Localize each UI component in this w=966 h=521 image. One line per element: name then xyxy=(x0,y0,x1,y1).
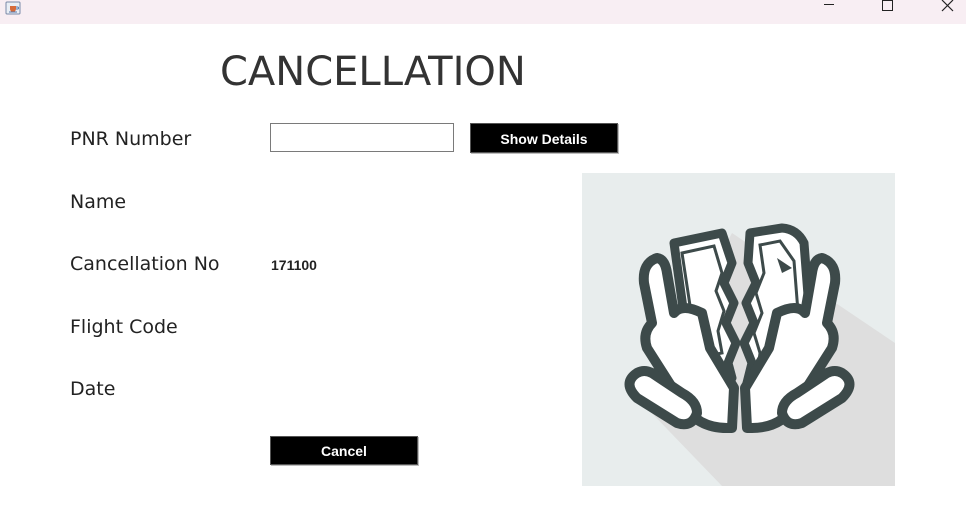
show-details-button[interactable]: Show Details xyxy=(470,123,618,153)
flight-code-label: Flight Code xyxy=(70,316,178,338)
close-icon xyxy=(941,0,954,12)
cancellation-window: CANCELLATION PNR Number Show Details Nam… xyxy=(0,0,966,521)
page-title: CANCELLATION xyxy=(220,49,526,95)
date-label: Date xyxy=(70,378,116,400)
title-bar xyxy=(0,0,966,24)
maximize-icon xyxy=(882,0,893,11)
pnr-number-input[interactable] xyxy=(270,123,454,152)
java-cup-icon xyxy=(4,0,22,15)
maximize-button[interactable] xyxy=(864,0,910,16)
minimize-button[interactable] xyxy=(806,0,852,16)
name-label: Name xyxy=(70,191,127,213)
torn-ticket-illustration xyxy=(582,173,895,486)
cancel-button[interactable]: Cancel xyxy=(270,436,418,465)
cancellation-no-label: Cancellation No xyxy=(70,253,220,275)
minimize-icon xyxy=(824,4,834,5)
close-button[interactable] xyxy=(924,0,966,16)
pnr-number-label: PNR Number xyxy=(70,128,192,150)
torn-ticket-hands-icon xyxy=(582,173,895,486)
cancellation-no-value: 171100 xyxy=(271,257,317,273)
